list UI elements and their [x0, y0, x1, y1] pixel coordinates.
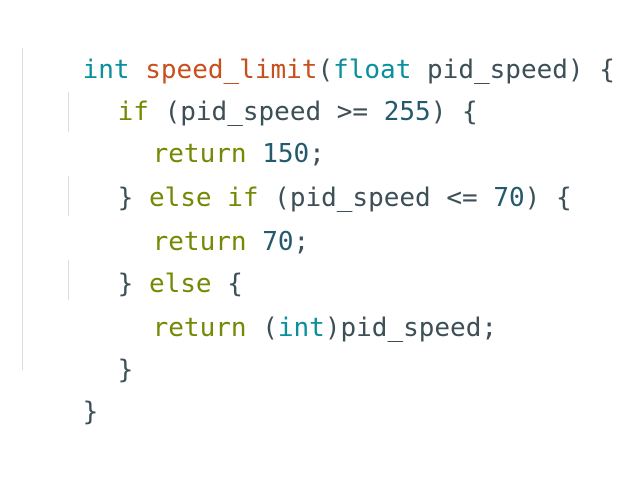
- token-type-int: int: [277, 313, 325, 343]
- code-line-2[interactable]: if (pid_speed >= 255) {: [55, 46, 478, 127]
- code-editor[interactable]: int speed_limit(float pid_speed) { if (p…: [0, 0, 644, 427]
- code-line-4[interactable]: } else if (pid_speed <= 70) {: [55, 132, 572, 213]
- token-condition-close: ) {: [430, 97, 478, 127]
- token-number-70: 70: [262, 227, 294, 257]
- token-number-255: 255: [383, 97, 431, 127]
- token-condition-close: ) {: [524, 183, 572, 213]
- token-semicolon: ;: [293, 227, 310, 257]
- token-keyword-return: return: [152, 313, 247, 343]
- code-line-7[interactable]: return (int)pid_speed;: [90, 262, 497, 343]
- token-cast-open: (: [246, 313, 278, 343]
- code-line-3[interactable]: return 150;: [90, 88, 325, 169]
- code-line-1[interactable]: int speed_limit(float pid_speed) {: [20, 4, 615, 85]
- token-close-brace: }: [117, 355, 134, 385]
- code-line-5[interactable]: return 70;: [90, 176, 310, 257]
- code-line-8[interactable]: }: [55, 304, 134, 385]
- code-line-6[interactable]: } else {: [55, 218, 243, 299]
- token-cast-rest: )pid_speed;: [324, 313, 498, 343]
- code-line-9[interactable]: }: [20, 346, 99, 427]
- token-number-70: 70: [493, 183, 525, 213]
